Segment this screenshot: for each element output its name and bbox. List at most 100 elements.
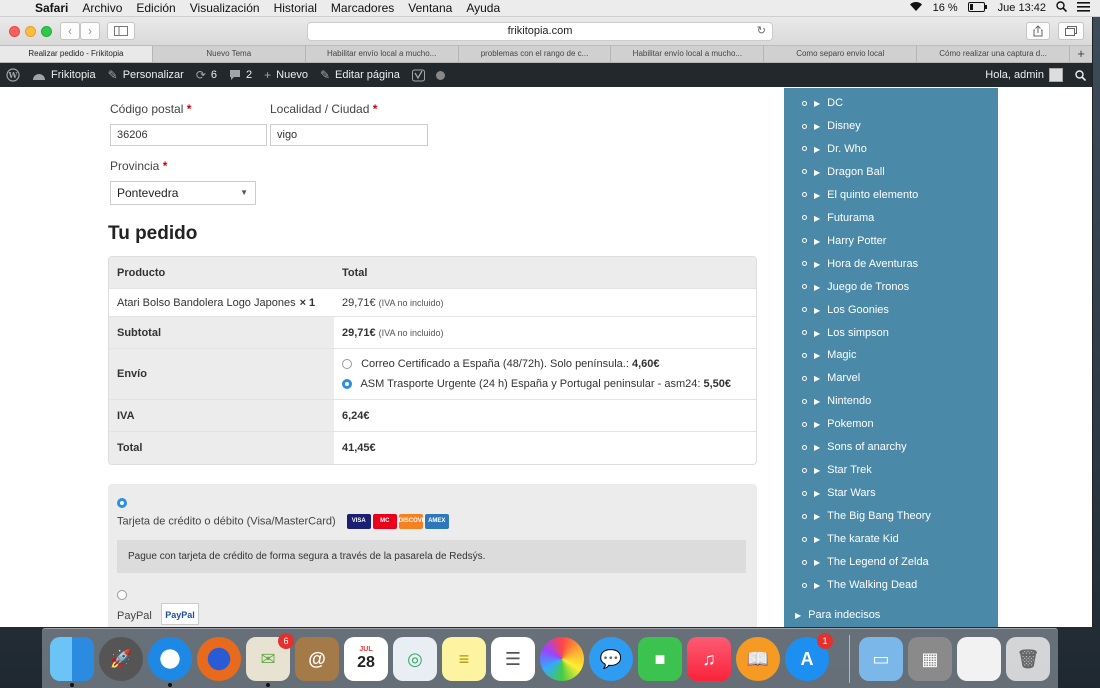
tab-habilitar-envio-2[interactable]: Habilitar envío local a mucho...: [611, 46, 765, 62]
facetime-icon[interactable]: ■: [638, 637, 682, 681]
sidebar-category-item[interactable]: ▶ Hora de Aventuras: [802, 258, 918, 274]
sidebar-category-item[interactable]: ▶ Pokemon: [802, 418, 874, 434]
contacts-icon[interactable]: @: [295, 637, 339, 681]
menu-historial[interactable]: Historial: [267, 1, 324, 15]
sidebar-category-item[interactable]: ▶ DC: [802, 97, 843, 113]
app-store-icon[interactable]: A1: [785, 633, 833, 681]
screenshot-stack-icon[interactable]: ▦: [908, 637, 952, 681]
sidebar-category-label: Star Trek: [827, 464, 872, 477]
menu-ayuda[interactable]: Ayuda: [459, 1, 507, 15]
shipping-option-asm[interactable]: ASM Trasporte Urgente (24 h) España y Po…: [342, 378, 731, 390]
sidebar-category-item[interactable]: ▶ Dragon Ball: [802, 166, 885, 182]
sidebar-category-item[interactable]: ▶ Magic: [802, 349, 857, 365]
menu-archivo[interactable]: Archivo: [75, 1, 129, 15]
province-select[interactable]: Pontevedra ▼: [110, 181, 256, 205]
shipping-radio-asm[interactable]: [342, 379, 352, 390]
firefox-icon[interactable]: [197, 637, 241, 681]
tab-separo-envio[interactable]: Como separo envio local: [764, 46, 918, 62]
notification-center-icon[interactable]: [1077, 1, 1090, 15]
menu-marcadores[interactable]: Marcadores: [324, 1, 401, 15]
back-button[interactable]: ‹: [60, 22, 80, 40]
window-thumbnail-icon[interactable]: [957, 637, 1001, 681]
battery-icon[interactable]: [967, 1, 988, 15]
sidebar-category-item[interactable]: ▶ Harry Potter: [802, 235, 886, 251]
updates-menu[interactable]: ⟳ 6: [190, 68, 223, 82]
postcode-input[interactable]: 36206: [110, 124, 267, 146]
photos-icon[interactable]: [540, 637, 584, 681]
comments-menu[interactable]: 2: [223, 69, 258, 81]
edit-page-menu[interactable]: ✎ Editar página: [314, 68, 406, 82]
customize-menu[interactable]: ✎ Personalizar: [102, 68, 190, 82]
reminders-icon[interactable]: ☰: [491, 637, 535, 681]
folder-icon[interactable]: ▭: [859, 637, 903, 681]
new-content-menu[interactable]: + Nuevo: [258, 68, 314, 82]
minimize-window-button[interactable]: [25, 26, 36, 37]
sidebar-item-para-indecisos[interactable]: ▶ Para indecisos: [795, 609, 880, 625]
finder-icon[interactable]: [50, 637, 94, 687]
tab-habilitar-envio-1[interactable]: Habilitar envío local a mucho...: [306, 46, 459, 62]
messages-icon[interactable]: 💬: [589, 637, 633, 681]
payment-radio-paypal[interactable]: [117, 590, 127, 600]
forward-button[interactable]: ›: [80, 22, 100, 40]
menu-app-safari[interactable]: Safari: [28, 1, 75, 15]
mail-icon[interactable]: ✉ 6: [246, 633, 294, 687]
account-menu[interactable]: Hola, admin: [979, 68, 1069, 82]
menu-ventana[interactable]: Ventana: [401, 1, 459, 15]
table-row-shipping: Envío Correo Certificado a España (48/72…: [109, 349, 756, 400]
sidebar-category-item[interactable]: ▶ The Big Bang Theory: [802, 510, 931, 526]
ibooks-icon[interactable]: 📖: [736, 637, 780, 681]
wordpress-logo-menu[interactable]: W: [0, 68, 26, 82]
sidebar-category-item[interactable]: ▶ Disney: [802, 120, 861, 136]
sidebar-category-item[interactable]: ▶ Star Trek: [802, 464, 872, 480]
reload-icon[interactable]: ↻: [757, 23, 766, 40]
sidebar-category-item[interactable]: ▶ The karate Kid: [802, 533, 899, 549]
sidebar-category-item[interactable]: ▶ Los simpson: [802, 327, 889, 343]
new-tab-button[interactable]: +: [1070, 46, 1092, 62]
comment-icon: [230, 70, 241, 80]
sidebar-category-item[interactable]: ▶ Futurama: [802, 212, 874, 228]
zoom-window-button[interactable]: [41, 26, 52, 37]
site-name-menu[interactable]: Frikitopia: [26, 69, 102, 81]
tab-nuevo-tema[interactable]: Nuevo Tema: [153, 46, 306, 62]
shipping-option-correo[interactable]: Correo Certificado a España (48/72h). So…: [342, 358, 659, 370]
sidebar-category-item[interactable]: ▶ The Walking Dead: [802, 579, 917, 595]
trash-icon[interactable]: 🗑: [1006, 637, 1050, 681]
notes-icon[interactable]: ≡: [442, 637, 486, 681]
safari-icon[interactable]: [148, 637, 192, 687]
tab-realizar-pedido[interactable]: Realizar pedido - Frikitopia: [0, 46, 153, 62]
launchpad-icon[interactable]: 🚀: [99, 637, 143, 681]
maps-icon[interactable]: ◎: [393, 637, 437, 681]
sidebar-category-item[interactable]: ▶ The Legend of Zelda: [802, 556, 929, 572]
tab-overview-button[interactable]: [1058, 22, 1084, 40]
sidebar-category-item[interactable]: ▶ Marvel: [802, 372, 860, 388]
wifi-icon[interactable]: [909, 1, 923, 15]
sidebar-category-item[interactable]: ▶ Dr. Who: [802, 143, 867, 159]
tab-problemas-rango[interactable]: problemas con el rango de c...: [459, 46, 612, 62]
clock[interactable]: Jue 13:42: [998, 2, 1046, 14]
city-input[interactable]: vigo: [270, 124, 428, 146]
sidebar-category-item[interactable]: ▶ El quinto elemento: [802, 189, 918, 205]
share-button[interactable]: [1026, 22, 1050, 40]
tab-captura[interactable]: Cómo realizar una captura d...: [917, 46, 1071, 62]
close-window-button[interactable]: [9, 26, 20, 37]
sidebar-toggle-button[interactable]: [107, 22, 135, 40]
sidebar-category-label: Hora de Aventuras: [827, 257, 919, 270]
payment-option-paypal[interactable]: PayPal: [117, 610, 152, 622]
spotlight-search-icon[interactable]: [1056, 1, 1068, 15]
sidebar-category-item[interactable]: ▶ Star Wars: [802, 487, 876, 503]
payment-radio-card[interactable]: [117, 498, 127, 508]
sidebar-category-item[interactable]: ▶ Los Goonies: [802, 304, 889, 320]
menu-visualizacion[interactable]: Visualización: [183, 1, 267, 15]
sidebar-category-item[interactable]: ▶ Sons of anarchy: [802, 441, 907, 457]
calendar-icon[interactable]: JUL 28: [344, 637, 388, 681]
sidebar-category-item[interactable]: ▶ Juego de Tronos: [802, 281, 909, 297]
yoast-seo-menu[interactable]: [406, 69, 451, 82]
battery-percent[interactable]: 16 %: [933, 2, 958, 14]
menu-edicion[interactable]: Edición: [129, 1, 182, 15]
shipping-radio-correo[interactable]: [342, 359, 352, 370]
address-bar[interactable]: frikitopia.com ↻: [307, 22, 773, 41]
sidebar-category-item[interactable]: ▶ Nintendo: [802, 395, 871, 411]
admin-search-button[interactable]: [1069, 69, 1092, 81]
payment-option-card[interactable]: Tarjeta de crédito o débito (Visa/Master…: [117, 514, 449, 529]
itunes-icon[interactable]: ♫: [687, 637, 731, 681]
